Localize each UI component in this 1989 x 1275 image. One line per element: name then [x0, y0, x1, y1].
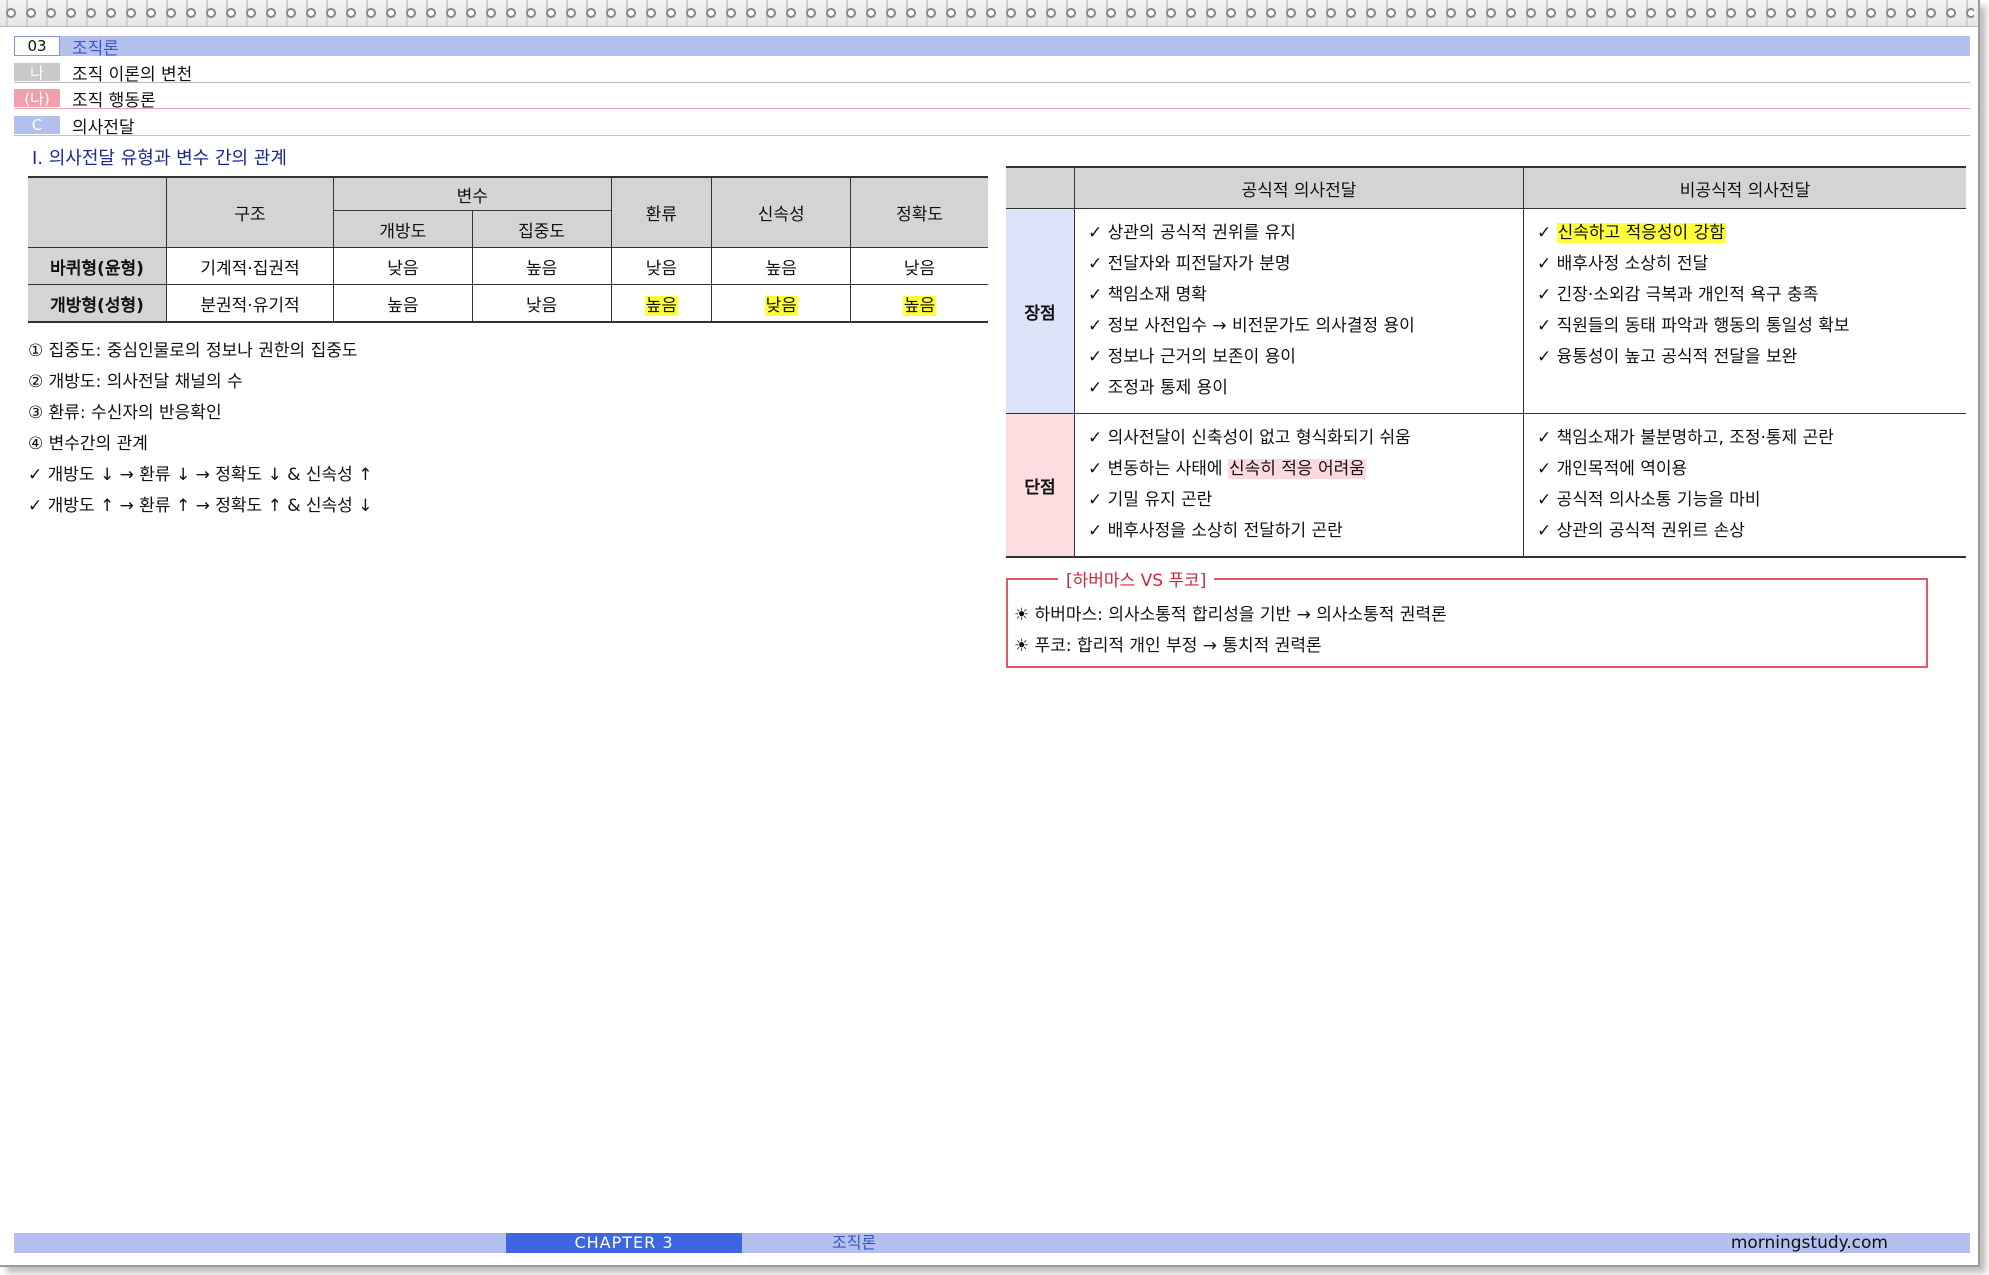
chapter-title: 조직론 [72, 38, 119, 59]
list-item: ✓ 전달자와 피전달자가 분명 [1088, 254, 1291, 274]
list-item: ✓ 공식적 의사소통 기능을 마비 [1537, 490, 1761, 510]
cell-centralization: 낮음 [471, 284, 612, 323]
col-speed: 신속성 [711, 176, 852, 248]
col-feedback: 환류 [610, 176, 713, 248]
formal-disadvantages-list: ✓ 의사전달이 신축성이 없고 형식화되기 쉬움 ✓ 변동하는 사태에 신속히 … [1076, 415, 1522, 555]
binder-rings [0, 0, 1978, 27]
list-item: ✓ 상관의 공식적 권위를 유지 [1088, 223, 1296, 243]
cell-openness: 높음 [333, 284, 473, 323]
col-openness: 개방도 [333, 210, 473, 248]
box-line: ☀ 푸코: 합리적 개인 부정 → 통치적 권력론 [1014, 636, 1322, 656]
list-item: ✓ 책임소재 명확 [1088, 285, 1207, 305]
header-chapter-row: 03 조직론 [14, 36, 1970, 59]
cell-centralization: 높음 [471, 247, 612, 285]
advantages-label: 장점 [1006, 208, 1075, 414]
col-informal: 비공식적 의사전달 [1523, 166, 1966, 209]
highlighted-text: 신속히 적응 어려움 [1227, 459, 1366, 479]
list-item: ✓ 배후사정을 소상히 전달하기 곤란 [1088, 521, 1343, 541]
list-item: ✓ 기밀 유지 곤란 [1088, 490, 1213, 510]
advantages-row: 장점 ✓ 상관의 공식적 권위를 유지 ✓ 전달자와 피전달자가 분명 ✓ 책임… [1006, 208, 1966, 414]
list-item: ✓ 융통성이 높고 공식적 전달을 보완 [1537, 347, 1798, 367]
header-section-row: 나 조직 이론의 변천 [14, 62, 1970, 85]
list-item: ✓ 정보나 근거의 보존이 용이 [1088, 347, 1296, 367]
disadvantages-label: 단점 [1006, 413, 1075, 558]
list-item: ✓ 개인목적에 역이용 [1537, 459, 1688, 479]
col-accuracy: 정확도 [850, 176, 988, 248]
row-type: 바퀴형(윤형) [28, 247, 167, 285]
col-formal: 공식적 의사전달 [1074, 166, 1524, 209]
list-item: ✓ 의사전달이 신축성이 없고 형식화되기 쉬움 [1088, 428, 1411, 448]
box-line: ☀ 하버마스: 의사소통적 합리성을 기반 → 의사소통적 권력론 [1014, 605, 1447, 625]
header-topic-row: C 의사전달 [14, 115, 1970, 138]
note-item: ③ 환류: 수신자의 반응확인 [28, 403, 222, 423]
page-title: Ⅰ. 의사전달 유형과 변수 간의 관계 [32, 148, 287, 169]
footer-chapter: CHAPTER 3 [506, 1233, 742, 1253]
col-structure: 구조 [166, 176, 334, 248]
table-row: 개방형(성형) 분권적·유기적 높음 낮음 높음 낮음 높음 [28, 284, 988, 323]
footer-title: 조직론 [832, 1233, 877, 1252]
cell-openness: 낮음 [333, 247, 473, 285]
list-item: ✓ 신속하고 적응성이 강함 [1537, 223, 1726, 243]
header-subsection-row: (나) 조직 행동론 [14, 88, 1970, 111]
cell-feedback-highlighted: 높음 [644, 295, 679, 316]
topic-tag: C [14, 116, 60, 134]
note-item: ① 집중도: 중심인물로의 정보나 권한의 집중도 [28, 341, 358, 361]
list-item: ✓ 직원들의 동태 파악과 행동의 통일성 확보 [1537, 316, 1850, 336]
col-centralization: 집중도 [471, 210, 611, 248]
section-title-header: 조직 이론의 변천 [72, 64, 193, 85]
box-title: [하버마스 VS 푸코] [1058, 566, 1215, 591]
topic-title: 의사전달 [72, 117, 135, 138]
row-type: 개방형(성형) [28, 284, 167, 323]
cell-accuracy-highlighted: 높음 [902, 295, 937, 316]
col-variable: 변수 [333, 176, 612, 211]
informal-disadvantages-list: ✓ 책임소재가 불분명하고, 조정·통제 곤란 ✓ 개인목적에 역이용 ✓ 공식… [1525, 415, 1965, 555]
table-row: 바퀴형(윤형) 기계적·집권적 낮음 높음 낮음 높음 낮음 [28, 247, 988, 285]
formal-advantages-list: ✓ 상관의 공식적 권위를 유지 ✓ 전달자와 피전달자가 분명 ✓ 책임소재 … [1076, 210, 1522, 412]
note-item: ✓ 개방도 ↑ → 환류 ↑ → 정확도 ↑ & 신속성 ↓ [28, 496, 373, 516]
chapter-number: 03 [14, 36, 60, 56]
note-item: ② 개방도: 의사전달 채널의 수 [28, 372, 243, 392]
list-item: ✓ 변동하는 사태에 신속히 적응 어려움 [1088, 459, 1366, 479]
list-item: ✓ 상관의 공식적 권위르 손상 [1537, 521, 1745, 541]
note-item: ④ 변수간의 관계 [28, 434, 148, 454]
disadvantages-row: 단점 ✓ 의사전달이 신축성이 없고 형식화되기 쉬움 ✓ 변동하는 사태에 신… [1006, 413, 1966, 558]
section-tag: 나 [14, 63, 60, 82]
communication-type-table: 구조 변수 환류 신속성 정확도 개방도 집중도 바퀴형(윤형) 기계적·집권적… [28, 176, 988, 323]
list-item: ✓ 책임소재가 불분명하고, 조정·통제 곤란 [1537, 428, 1834, 448]
footer-bar: CHAPTER 3 조직론 morningstudy.com [14, 1233, 1970, 1253]
cell-speed: 높음 [711, 247, 852, 285]
list-item: ✓ 배후사정 소상히 전달 [1537, 254, 1709, 274]
highlighted-text: 신속하고 적응성이 강함 [1556, 223, 1726, 243]
habermas-foucault-box: [하버마스 VS 푸코] ☀ 하버마스: 의사소통적 합리성을 기반 → 의사소… [1006, 566, 1928, 668]
list-item: ✓ 정보 사전입수 → 비전문가도 의사결정 용이 [1088, 316, 1415, 336]
subsection-title: 조직 행동론 [72, 90, 156, 111]
cell-structure: 분권적·유기적 [166, 284, 334, 323]
subsection-tag: (나) [14, 89, 60, 108]
cell-accuracy: 낮음 [850, 247, 988, 285]
list-item: ✓ 긴장·소외감 극복과 개인적 욕구 충족 [1537, 285, 1819, 305]
cell-feedback: 낮음 [610, 247, 713, 285]
cell-structure: 기계적·집권적 [166, 247, 334, 285]
notes-list: ① 집중도: 중심인물로의 정보나 권한의 집중도 ② 개방도: 의사전달 채널… [28, 336, 372, 522]
footer-site: morningstudy.com [1730, 1233, 1888, 1253]
list-item: ✓ 조정과 통제 용이 [1088, 378, 1228, 398]
formal-informal-table: 공식적 의사전달 비공식적 의사전달 장점 ✓ 상관의 공식적 권위를 유지 ✓… [1006, 166, 1966, 558]
note-item: ✓ 개방도 ↓ → 환류 ↓ → 정확도 ↓ & 신속성 ↑ [28, 465, 373, 485]
document-page: 03 조직론 나 조직 이론의 변천 (나) 조직 행동론 C 의사전달 Ⅰ. … [0, 0, 1980, 1267]
informal-advantages-list: ✓ 신속하고 적응성이 강함 ✓ 배후사정 소상히 전달 ✓ 긴장·소외감 극복… [1525, 210, 1965, 381]
cell-speed-highlighted: 낮음 [764, 295, 798, 316]
